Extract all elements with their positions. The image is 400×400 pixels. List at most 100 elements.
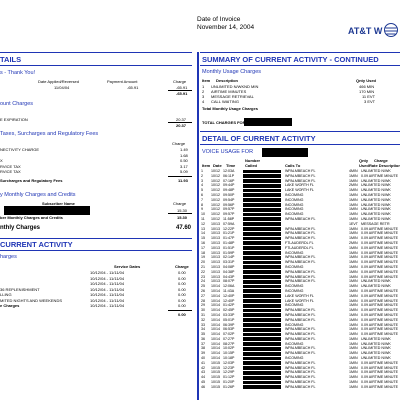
call-description: 0.09 AIRTIME MINUTE: [361, 245, 399, 250]
call-date: 10/13: [211, 250, 220, 255]
call-time: 01:48P: [223, 240, 235, 245]
call-item: 32: [201, 317, 205, 322]
call-destination: WPALMBEACH FL: [285, 312, 316, 317]
call-destination: WPALMBEACH FL: [285, 380, 316, 385]
call-item: 29: [201, 303, 205, 308]
thank-you-heading: s - Thank You!: [0, 70, 36, 76]
redacted-called-number: [243, 356, 281, 361]
call-date: 10/15: [211, 380, 220, 385]
call-date: 10/12: [211, 173, 220, 178]
call-time: 01:20P: [223, 380, 235, 385]
call-time: 03:33P: [223, 312, 235, 317]
call-description: 0.09 AIRTIME MINUTE: [361, 322, 399, 327]
call-time: 10:15P: [223, 351, 235, 356]
call-item: 24: [201, 279, 205, 284]
redacted-called-number: [243, 246, 281, 251]
usage-item-header: Item: [202, 78, 211, 83]
call-item: 10: [201, 212, 205, 217]
call-date: 10/12: [211, 216, 220, 221]
redacted-called-number: [243, 375, 281, 380]
call-item: 15: [201, 236, 205, 241]
call-qty: 1MIN: [349, 360, 358, 365]
call-description: 0.09 AIRTIME MINUTE: [361, 332, 399, 337]
call-date: 10/12: [211, 212, 220, 217]
att-logo: AT&T W: [348, 21, 400, 41]
call-qty: 1MIN: [349, 188, 358, 193]
call-destination: WPALMBEACH FL: [285, 231, 316, 236]
call-qty: 1MIN: [349, 212, 358, 217]
redacted-called-number: [243, 241, 281, 246]
redacted-called-number: [243, 332, 281, 337]
grand-total-label: nthly Charges: [0, 225, 41, 231]
call-time: 01:42P: [223, 303, 235, 308]
call-date: 10/12: [211, 169, 220, 173]
redacted-called-number: [243, 279, 281, 284]
call-destination: FTLAUDERDL FL: [285, 245, 314, 250]
call-destination: WPALMBEACH FL: [285, 317, 316, 322]
monthly-total-label: ber Monthly Charges and Credits: [0, 215, 63, 220]
call-time: 10:02P: [223, 346, 235, 351]
usage-row: 4 CALL WAITING 3 EVT: [202, 99, 376, 104]
call-qty: 1MIN: [349, 317, 358, 322]
call-time: 09:54P: [223, 197, 235, 202]
redacted-called-number: [243, 361, 281, 366]
call-destination: WPALMBEACH FL: [285, 274, 316, 279]
redacted-called-number: [243, 370, 281, 375]
call-description: UNLIMITED N/WK: [361, 188, 391, 193]
call-destination: INCOMING: [285, 202, 304, 207]
redacted-called-number: [243, 236, 281, 241]
call-destination: WPALMBEACH FL: [285, 255, 316, 260]
call-date: 10/13: [211, 245, 220, 250]
call-destination: WPALMBEACH FL: [285, 308, 316, 313]
call-qty: 1MIN: [349, 327, 358, 332]
call-qty: 1MIN: [349, 216, 358, 221]
call-time: 12:29P: [223, 370, 235, 375]
account-charges-heading: ount Charges: [0, 101, 34, 107]
call-destination: WPALMBEACH FL: [285, 360, 316, 365]
invoice-date-value: November 14, 2004: [197, 24, 255, 31]
globe-icon: [384, 23, 398, 37]
call-description: 0.09 AIRTIME MINUTE: [361, 240, 399, 245]
call-description: UNLIMITED N/WK: [361, 178, 391, 183]
call-qty: 1MIN: [349, 284, 358, 289]
voice-usage-heading: VOICE USAGE FOR: [202, 149, 254, 155]
call-item: 25: [201, 284, 205, 289]
call-time: 09:50P: [223, 192, 235, 197]
call-destination: WPALMBEACH FL: [285, 236, 316, 241]
call-time: 12:23P: [223, 365, 235, 370]
call-destination: WPALMBEACH FL: [285, 336, 316, 341]
call-item: 14: [201, 231, 205, 236]
call-description: UNLIMITED N/WK: [361, 279, 391, 284]
acct-total: 20.37: [176, 123, 187, 128]
redacted-called-number: [243, 198, 281, 203]
call-row: 46 10/15 01:26P WPALMBEACH FL 1MIN 0.09 AIRTI…: [201, 385, 400, 390]
redacted-number: [244, 118, 292, 126]
call-destination: INCOMING: [285, 212, 304, 217]
call-description: 0.09 AIRTIME MINUTE: [361, 317, 399, 322]
call-qty: 1MIN: [349, 356, 358, 361]
redacted-called-number: [243, 260, 281, 265]
call-description: 0.09 AIRTIME MINUTE: [361, 312, 399, 317]
call-qty: 1MIN: [349, 264, 358, 269]
call-description: 0.09 AIRTIME MINUTE: [361, 260, 399, 265]
call-destination: WPALMBEACH FL: [285, 173, 316, 178]
call-item: 36: [201, 336, 205, 341]
calls-list: 1 10/12 12:03A WPALMBEACH FL 4MIN UNLIMITED N…: [201, 169, 400, 390]
call-qty: 1MIN: [349, 231, 358, 236]
call-date: 10/14: [211, 308, 220, 313]
call-description: UNLIMITED N/WK: [361, 216, 391, 221]
call-date: 10/13: [211, 236, 220, 241]
payment-charge-header: Charge: [173, 79, 187, 84]
call-date: 10/14: [211, 332, 220, 337]
call-item: 23: [201, 274, 205, 279]
redacted-called-number: [243, 351, 281, 356]
call-destination: WPALMBEACH FL: [285, 351, 316, 356]
call-description: 0.09 AIRTIME MINUTE: [361, 303, 399, 308]
redacted-called-number: [243, 318, 281, 322]
call-time: 04:08P: [223, 264, 235, 269]
call-destination: INCOMING: [285, 197, 304, 202]
rule: [200, 52, 400, 53]
monthly-usage-heading: Monthly Usage Charges: [202, 69, 262, 75]
call-time: 12:03P: [223, 360, 235, 365]
call-description: UNLIMITED N/WK: [361, 341, 391, 346]
